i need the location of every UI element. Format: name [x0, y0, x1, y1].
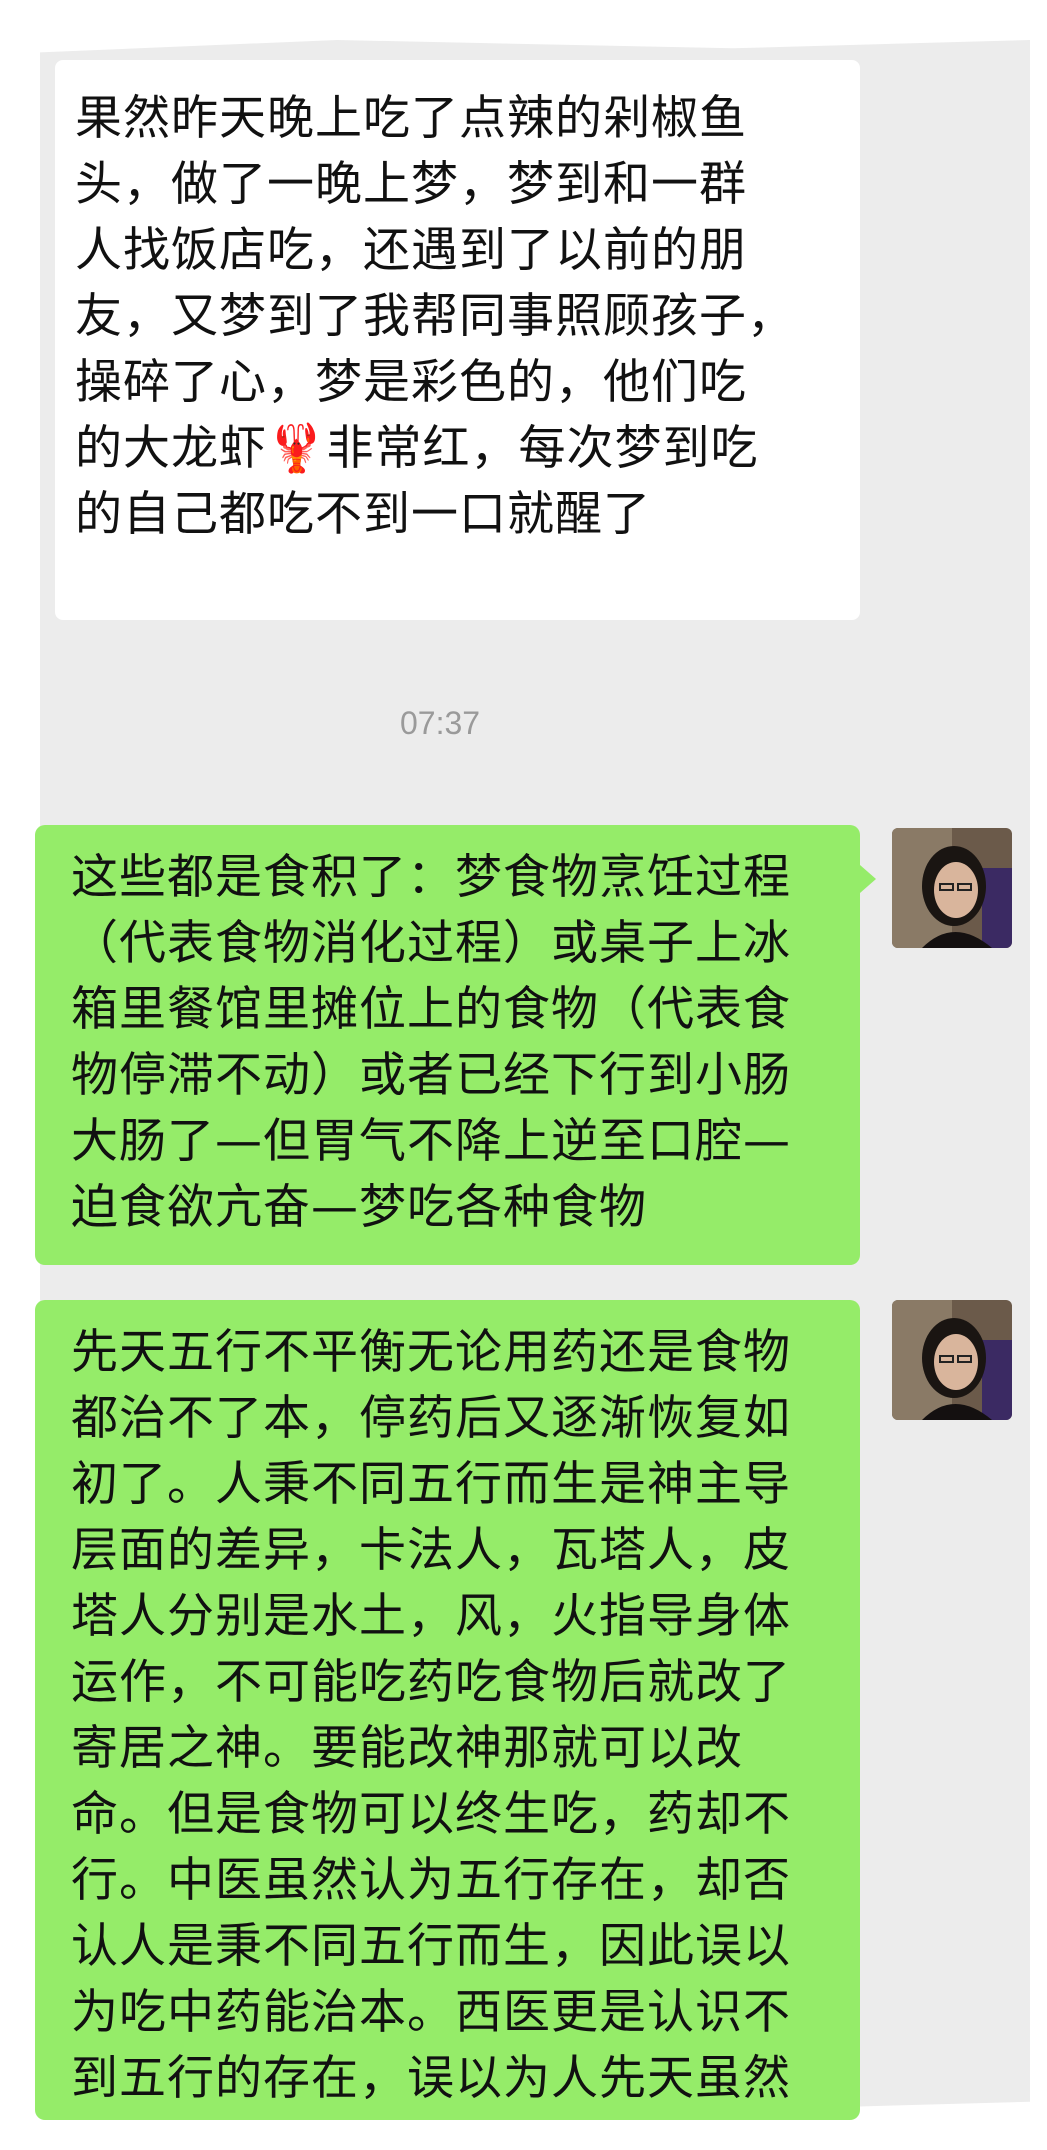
message-line: 操碎了心，梦是彩色的，他们吃 — [75, 355, 747, 410]
message-line: 箱里餐馆里摊位上的食物（代表食 — [71, 982, 791, 1037]
message-line: 的自己都吃不到一口就醒了 — [75, 487, 651, 542]
message-line-with-emoji: 的大龙虾🦞非常红，每次梦到吃 — [75, 416, 840, 482]
message-line: 初了。人秉不同五行而生是神主导 — [71, 1457, 791, 1512]
message-line: 头，做了一晚上梦，梦到和一群 — [75, 157, 747, 212]
message-line: 运作，不可能吃药吃食物后就改了 — [71, 1655, 791, 1710]
message-line: 友，又梦到了我帮同事照顾孩子， — [75, 289, 795, 344]
lobster-emoji-icon: 🦞 — [267, 421, 327, 476]
message-bubble-outgoing[interactable]: 先天五行不平衡无论用药还是食物 都治不了本，停药后又逐渐恢复如 初了。人秉不同五… — [35, 1300, 860, 2120]
message-bubble-incoming[interactable]: 果然昨天晚上吃了点辣的剁椒鱼 头，做了一晚上梦，梦到和一群 人找饭店吃，还遇到了… — [55, 60, 860, 620]
chat-screenshot: 果然昨天晚上吃了点辣的剁椒鱼 头，做了一晚上梦，梦到和一群 人找饭店吃，还遇到了… — [0, 0, 1047, 2150]
message-line: 行。中医虽然认为五行存在，却否 — [71, 1853, 791, 1908]
message-line: 迫食欲亢奋—梦吃各种食物 — [71, 1180, 647, 1235]
message-line: 命。但是食物可以终生吃，药却不 — [71, 1787, 791, 1842]
message-line: 塔人分别是水土，风，火指导身体 — [71, 1589, 791, 1644]
message-line: 到五行的存在，误以为人先天虽然 — [71, 2051, 791, 2106]
message-text: 的大龙虾 — [75, 421, 267, 476]
avatar-photo-icon — [892, 828, 1012, 948]
message-line: 果然昨天晚上吃了点辣的剁椒鱼 — [75, 91, 747, 146]
message-line: 寄居之神。要能改神那就可以改 — [71, 1721, 743, 1776]
message-line: 物停滞不动）或者已经下行到小肠 — [71, 1048, 791, 1103]
message-line: （代表食物消化过程）或桌子上冰 — [71, 916, 791, 971]
message-line: 为吃中药能治本。西医更是认识不 — [71, 1985, 791, 2040]
message-line: 都治不了本，停药后又逐渐恢复如 — [71, 1391, 791, 1446]
message-line: 先天五行不平衡无论用药还是食物 — [71, 1325, 791, 1380]
message-line: 层面的差异，卡法人，瓦塔人，皮 — [71, 1523, 791, 1578]
message-text: 非常红，每次梦到吃 — [326, 421, 759, 476]
message-bubble-outgoing[interactable]: 这些都是食积了：梦食物烹饪过程 （代表食物消化过程）或桌子上冰 箱里餐馆里摊位上… — [35, 825, 876, 1265]
message-timestamp: 07:37 — [400, 705, 481, 741]
user-avatar[interactable] — [892, 828, 1012, 948]
message-line: 人找饭店吃，还遇到了以前的朋 — [75, 223, 747, 278]
message-line: 认人是秉不同五行而生，因此误以 — [71, 1919, 791, 1974]
avatar-photo-icon — [892, 1300, 1012, 1420]
message-line: 这些都是食积了：梦食物烹饪过程 — [71, 850, 791, 905]
message-line: 大肠了—但胃气不降上逆至口腔— — [71, 1114, 791, 1169]
user-avatar[interactable] — [892, 1300, 1012, 1420]
